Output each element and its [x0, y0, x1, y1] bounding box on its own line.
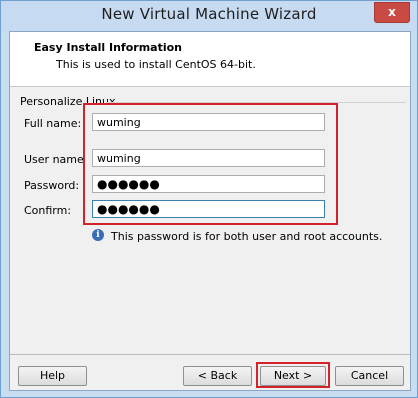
highlight-fields-box — [83, 103, 338, 225]
back-button[interactable]: < Back — [183, 366, 252, 386]
close-icon: x — [388, 5, 396, 19]
cancel-button[interactable]: Cancel — [335, 366, 404, 386]
user-name-label: User name — [24, 153, 84, 166]
confirm-label: Confirm: — [24, 204, 72, 217]
wizard-content: Easy Install Information This is used to… — [9, 31, 411, 391]
window-title: New Virtual Machine Wizard — [101, 5, 317, 23]
info-icon: i — [92, 229, 104, 241]
password-label: Password: — [24, 179, 80, 192]
title-bar[interactable]: New Virtual Machine Wizard x — [1, 1, 417, 31]
full-name-label: Full name: — [24, 117, 82, 130]
info-text: This password is for both user and root … — [111, 230, 383, 243]
header-subtitle: This is used to install CentOS 64-bit. — [56, 58, 256, 71]
wizard-window: New Virtual Machine Wizard x Easy Instal… — [0, 0, 418, 398]
close-button[interactable]: x — [374, 2, 410, 23]
highlight-next-box — [256, 362, 330, 388]
header-title: Easy Install Information — [34, 41, 183, 54]
button-bar-divider — [10, 354, 410, 355]
help-button[interactable]: Help — [18, 366, 87, 386]
wizard-header: Easy Install Information This is used to… — [10, 32, 410, 87]
